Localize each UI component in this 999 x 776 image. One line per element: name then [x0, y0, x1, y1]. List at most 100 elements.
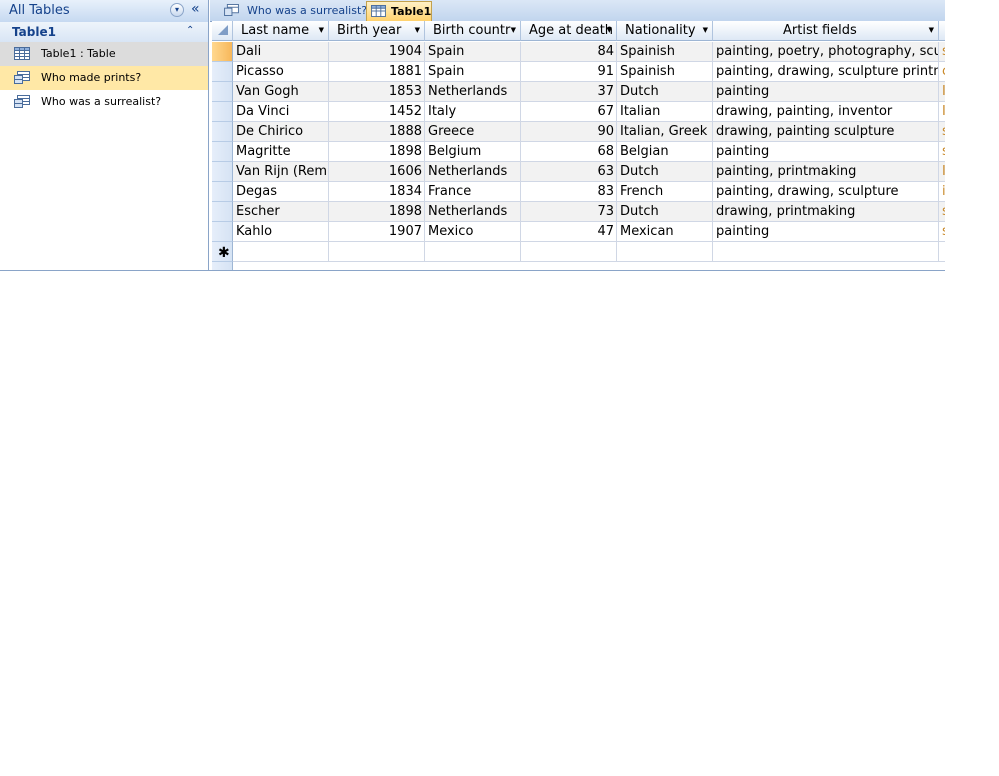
table-row[interactable]: Van Gogh1853Netherlands37DutchpaintingI: [212, 82, 945, 102]
record-selector[interactable]: [212, 162, 233, 182]
table-cell[interactable]: Mexico: [425, 222, 521, 242]
table-row[interactable]: Picasso 1881 Spain 91 Spainish painting, draw…: [212, 62, 945, 82]
record-selector[interactable]: [212, 102, 233, 122]
table-cell[interactable]: [329, 242, 425, 262]
table-cell[interactable]: Netherlands: [425, 162, 521, 182]
nav-title[interactable]: All Tables: [9, 3, 70, 18]
filter-dropdown-icon[interactable]: ▼: [319, 26, 324, 34]
table-cell[interactable]: 1888: [329, 122, 425, 142]
table-cell[interactable]: painting: [713, 82, 939, 102]
table-cell[interactable]: painting: [713, 142, 939, 162]
table-cell[interactable]: Spainish: [617, 42, 713, 62]
table-cell[interactable]: Italian: [617, 102, 713, 122]
column-header[interactable]: Artist fields ▼: [713, 21, 939, 41]
table-cell[interactable]: painting, printmaking: [713, 162, 939, 182]
table-cell[interactable]: [713, 242, 939, 262]
table-row[interactable]: Kahlo1907Mexico47Mexicanpaintings: [212, 222, 945, 242]
table-cell[interactable]: [617, 242, 713, 262]
table-cell[interactable]: 1881: [329, 62, 425, 82]
nav-item-who-made-prints[interactable]: Who made prints?: [0, 66, 208, 90]
table-cell[interactable]: painting, poetry, photography, sculpture: [713, 42, 939, 62]
table-cell[interactable]: 1606: [329, 162, 425, 182]
table-cell[interactable]: 63: [521, 162, 617, 182]
tab-table1[interactable]: Table1: [366, 1, 432, 21]
table-cell[interactable]: 67: [521, 102, 617, 122]
column-header[interactable]: Birth year ▼: [329, 21, 425, 41]
table-cell[interactable]: Dutch: [617, 82, 713, 102]
table-cell[interactable]: 37: [521, 82, 617, 102]
table-cell[interactable]: drawing, printmaking: [713, 202, 939, 222]
table-cell[interactable]: 73: [521, 202, 617, 222]
column-header[interactable]: Last name ▼: [233, 21, 329, 41]
table-cell[interactable]: De Chirico: [233, 122, 329, 142]
column-header[interactable]: Birth countr ▼: [425, 21, 521, 41]
record-selector[interactable]: [212, 222, 233, 242]
nav-header[interactable]: All Tables ▾ «: [0, 0, 208, 23]
record-selector[interactable]: [212, 182, 233, 202]
table-row[interactable]: Van Rijn (Rembrandt) 1606 Netherlands 63 Dut…: [212, 162, 945, 182]
record-selector[interactable]: [212, 142, 233, 162]
table-cell[interactable]: painting, drawing, sculpture: [713, 182, 939, 202]
table-cell[interactable]: 1898: [329, 142, 425, 162]
table-cell[interactable]: [425, 242, 521, 262]
column-header[interactable]: Age at death ▼: [521, 21, 617, 41]
table-cell[interactable]: Mexican: [617, 222, 713, 242]
table-cell[interactable]: 68: [521, 142, 617, 162]
table-cell[interactable]: Netherlands: [425, 82, 521, 102]
table-cell[interactable]: 1904: [329, 42, 425, 62]
table-cell[interactable]: Italy: [425, 102, 521, 122]
table-cell[interactable]: 1898: [329, 202, 425, 222]
table-cell[interactable]: [521, 242, 617, 262]
table-cell[interactable]: Escher: [233, 202, 329, 222]
table-cell[interactable]: 91: [521, 62, 617, 82]
collapse-pane-icon[interactable]: «: [191, 1, 200, 17]
table-cell[interactable]: 1834: [329, 182, 425, 202]
filter-dropdown-icon[interactable]: ▼: [703, 26, 708, 34]
table-cell[interactable]: 1853: [329, 82, 425, 102]
table-cell[interactable]: Spain: [425, 42, 521, 62]
table-cell[interactable]: Belgium: [425, 142, 521, 162]
filter-dropdown-icon[interactable]: ▼: [929, 26, 934, 34]
table-cell[interactable]: Dutch: [617, 162, 713, 182]
table-cell[interactable]: 1452: [329, 102, 425, 122]
table-row[interactable]: De Chirico 1888 Greece 90 Italian, Greek draw…: [212, 122, 945, 142]
record-selector[interactable]: [212, 42, 233, 62]
table-cell[interactable]: painting, drawing, sculpture printmaking: [713, 62, 939, 82]
nav-item-table1[interactable]: Table1 : Table: [0, 42, 208, 66]
record-selector[interactable]: [212, 122, 233, 142]
record-selector[interactable]: [212, 202, 233, 222]
table-cell[interactable]: 47: [521, 222, 617, 242]
filter-dropdown-icon[interactable]: ▼: [511, 26, 516, 34]
table-cell[interactable]: Magritte: [233, 142, 329, 162]
table-row[interactable]: Degas 1834 France 83 French painting, drawing…: [212, 182, 945, 202]
new-record-row[interactable]: ✱: [212, 242, 945, 262]
table-cell[interactable]: 1907: [329, 222, 425, 242]
select-all-button[interactable]: [212, 21, 233, 41]
table-cell[interactable]: Italian, Greek: [617, 122, 713, 142]
table-cell[interactable]: Spainish: [617, 62, 713, 82]
nav-item-who-was-a-surrealist[interactable]: Who was a surrealist?: [0, 90, 208, 114]
table-cell[interactable]: Belgian: [617, 142, 713, 162]
table-cell[interactable]: Dali: [233, 42, 329, 62]
table-cell[interactable]: Spain: [425, 62, 521, 82]
record-selector[interactable]: [212, 82, 233, 102]
table-cell[interactable]: Dutch: [617, 202, 713, 222]
table-cell[interactable]: Netherlands: [425, 202, 521, 222]
table-cell[interactable]: Greece: [425, 122, 521, 142]
column-header[interactable]: Nationality ▼: [617, 21, 713, 41]
table-cell[interactable]: France: [425, 182, 521, 202]
nav-group-header[interactable]: Table1 ⌃: [0, 22, 208, 43]
table-cell[interactable]: [233, 242, 329, 262]
record-selector[interactable]: ✱: [212, 242, 233, 262]
table-row[interactable]: Escher 1898 Netherlands 73 Dutch drawing, pri…: [212, 202, 945, 222]
table-cell[interactable]: Kahlo: [233, 222, 329, 242]
table-cell[interactable]: Da Vinci: [233, 102, 329, 122]
table-cell[interactable]: drawing, painting, inventor: [713, 102, 939, 122]
table-cell[interactable]: French: [617, 182, 713, 202]
table-cell[interactable]: 83: [521, 182, 617, 202]
chevron-up-icon[interactable]: ⌃: [186, 25, 194, 36]
table-cell[interactable]: Van Rijn (Rembrandt): [233, 162, 329, 182]
tab-who-was-a-surrealist[interactable]: Who was a surrealist?: [218, 1, 367, 21]
table-cell[interactable]: drawing, painting sculpture: [713, 122, 939, 142]
table-cell[interactable]: 84: [521, 42, 617, 62]
